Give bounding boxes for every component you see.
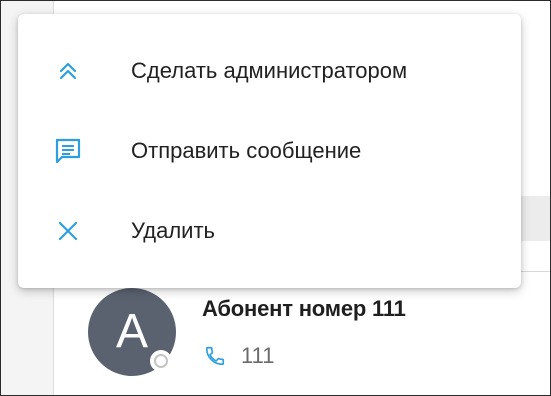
context-menu: Сделать администратором Отправить сообще… bbox=[18, 14, 521, 288]
delete-menu-item[interactable]: Удалить bbox=[18, 191, 521, 271]
status-indicator bbox=[150, 350, 172, 372]
phone-icon bbox=[205, 346, 225, 366]
contact-phone: 111 bbox=[241, 343, 275, 368]
message-icon bbox=[51, 134, 85, 168]
send-message-menu-item[interactable]: Отправить сообщение bbox=[18, 111, 521, 191]
contact-name: Абонент номер 111 bbox=[202, 296, 406, 321]
make-admin-label: Сделать администратором bbox=[131, 58, 408, 83]
delete-label: Удалить bbox=[131, 218, 215, 243]
close-icon bbox=[51, 214, 85, 248]
avatar-letter: A bbox=[115, 305, 148, 358]
double-chevron-up-icon bbox=[51, 54, 85, 88]
send-message-label: Отправить сообщение bbox=[131, 138, 362, 163]
app-window: A Абонент номер 111 111 Сделать админист… bbox=[0, 0, 551, 396]
make-admin-menu-item[interactable]: Сделать администратором bbox=[18, 31, 521, 111]
contact-row[interactable]: A Абонент номер 111 111 bbox=[54, 272, 550, 395]
